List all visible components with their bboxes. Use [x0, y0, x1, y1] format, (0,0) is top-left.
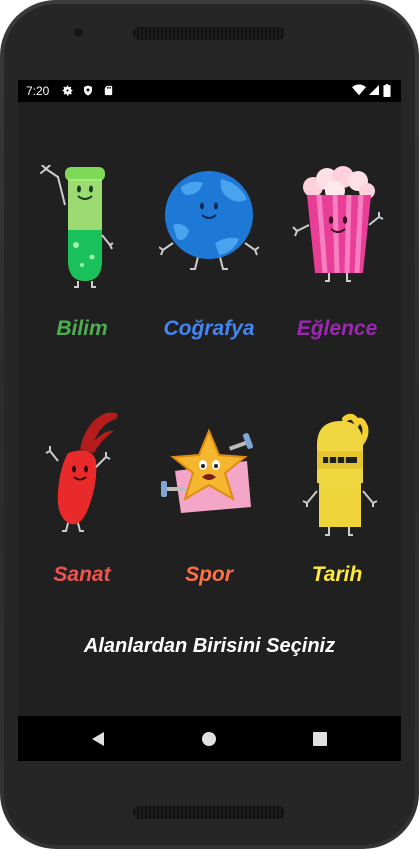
category-label-bilim: Bilim — [56, 317, 108, 340]
status-time: 7:20 — [26, 84, 50, 98]
home-button[interactable] — [198, 728, 220, 750]
home-icon — [202, 732, 216, 746]
app-screen: 7:20 Bilim Coğrafya Eğlence Sanat Spor T… — [18, 80, 401, 761]
category-card-sanat[interactable]: Sanat — [18, 411, 146, 651]
globe-character-icon — [159, 171, 259, 270]
category-card-tarih[interactable]: Tarih — [273, 411, 401, 651]
test-tube-character-icon — [40, 165, 114, 288]
settings-gear-icon — [62, 85, 73, 96]
category-label-spor: Spor — [185, 563, 233, 586]
knight-helmet-character-icon — [302, 413, 378, 536]
status-bar: 7:20 — [18, 80, 401, 102]
front-camera — [73, 27, 84, 38]
category-label-cografya: Coğrafya — [163, 317, 255, 340]
wifi-icon — [352, 84, 366, 96]
category-label-sanat: Sanat — [53, 563, 111, 586]
back-button[interactable] — [87, 728, 109, 750]
sd-card-icon — [104, 85, 113, 96]
category-card-eglence[interactable]: Eğlence — [273, 165, 401, 405]
shield-icon — [84, 85, 92, 96]
popcorn-character-icon — [292, 166, 384, 282]
navigation-bar — [18, 716, 401, 761]
category-label-eglence: Eğlence — [296, 317, 378, 340]
category-label-tarih: Tarih — [311, 563, 363, 586]
signal-icon — [369, 85, 379, 95]
top-speaker — [133, 27, 285, 40]
recents-icon — [313, 732, 327, 746]
recents-button[interactable] — [309, 728, 331, 750]
category-card-cografya[interactable]: Coğrafya — [145, 165, 273, 405]
bottom-speaker — [133, 806, 285, 819]
category-card-bilim[interactable]: Bilim — [18, 165, 146, 405]
star-dumbbell-character-icon — [161, 428, 253, 513]
select-category-prompt: Alanlardan Birisini Seçiniz — [83, 635, 336, 657]
category-card-spor[interactable]: Spor — [145, 411, 273, 651]
paintbrush-character-icon — [45, 412, 118, 532]
phone-frame: 7:20 Bilim Coğrafya Eğlence Sanat Spor T… — [0, 0, 419, 849]
back-icon — [92, 732, 104, 746]
battery-icon — [383, 84, 391, 97]
